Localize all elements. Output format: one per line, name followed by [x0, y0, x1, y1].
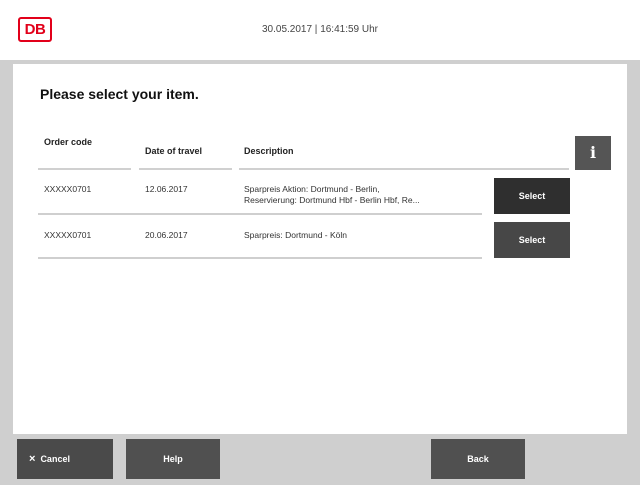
help-button[interactable]: Help [126, 439, 220, 479]
row2-description-line1: Sparpreis: Dortmund - Köln [244, 230, 347, 240]
row2-order-code: XXXXX0701 [44, 230, 92, 240]
row1-order-code: XXXXX0701 [44, 184, 92, 194]
select-button-row2[interactable]: Select [494, 222, 570, 258]
row1-date: 12.06.2017 [145, 184, 188, 194]
page-title: Please select your item. [40, 86, 199, 102]
header-underline [139, 168, 232, 170]
column-header-description: Description [244, 146, 294, 156]
row-divider [38, 213, 482, 215]
back-button[interactable]: Back [431, 439, 525, 479]
header-datetime: 30.05.2017 | 16:41:59 Uhr [261, 24, 379, 35]
header-underline [38, 168, 131, 170]
row1-description-line2: Reservierung: Dortmund Hbf - Berlin Hbf,… [244, 195, 420, 205]
column-header-order-code: Order code [44, 137, 93, 147]
info-button[interactable]: i [575, 136, 611, 170]
select-button-row1[interactable]: Select [494, 178, 570, 214]
row2-date: 20.06.2017 [145, 230, 188, 240]
row-divider [38, 257, 482, 259]
header-underline [239, 168, 569, 170]
column-header-date: Date of travel [145, 146, 203, 156]
cancel-button[interactable]: × Cancel [17, 439, 113, 479]
top-bar: DB 30.05.2017 | 16:41:59 Uhr [0, 0, 640, 60]
close-icon: × [29, 453, 36, 465]
cancel-label: Cancel [40, 454, 70, 464]
row1-description-line1: Sparpreis Aktion: Dortmund - Berlin, [244, 184, 380, 194]
